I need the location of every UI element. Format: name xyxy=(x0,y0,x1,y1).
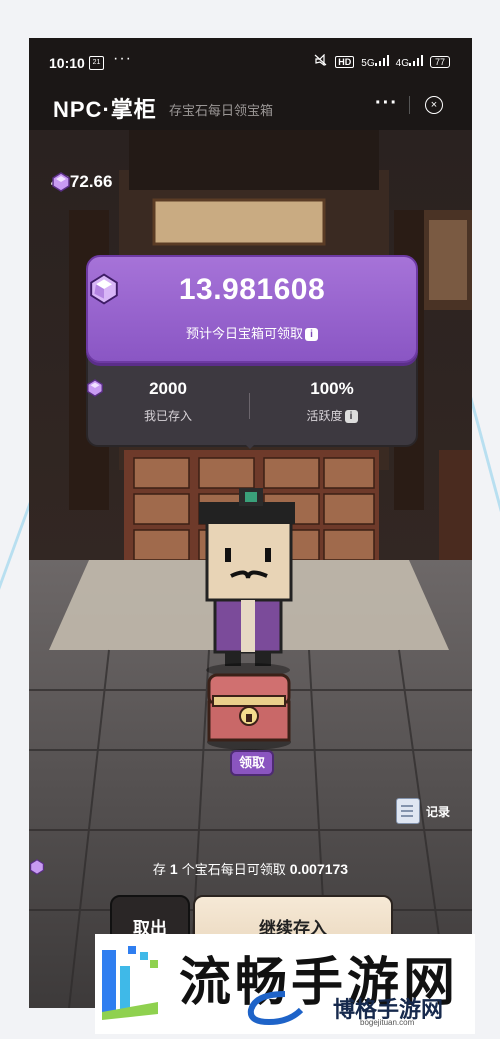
signal-5g-icon: 5G xyxy=(361,54,389,69)
status-more-dots: ··· xyxy=(113,50,132,67)
gem-icon xyxy=(30,859,44,875)
activity-stat: 100% 活跃度 i xyxy=(250,379,414,424)
gem-icon xyxy=(52,172,70,192)
battery-icon: 77 xyxy=(429,55,450,68)
app-header: NPC·掌柜 存宝石每日领宝箱 ··· × xyxy=(29,86,472,130)
more-menu-button[interactable]: ··· xyxy=(375,92,398,115)
info-icon[interactable]: i xyxy=(344,410,358,424)
deposited-stat: 2000 我已存入 xyxy=(86,379,250,424)
mute-icon xyxy=(314,53,328,69)
watermark-banner: 流畅手游网 博格手游网 bogejituan.com xyxy=(95,934,475,1034)
watermark-swoosh-icon xyxy=(247,991,304,1026)
estimated-amount-value: 13.981608 xyxy=(178,273,326,306)
claim-button[interactable]: 领取 xyxy=(230,750,274,776)
treasure-chest-icon[interactable] xyxy=(207,673,291,750)
deposit-summary-card: 13.981608 预计今日宝箱可领取 i 2000 我已存入 100% 活跃度… xyxy=(86,255,418,449)
activity-value: 100% xyxy=(310,379,354,398)
status-time: 10:10 xyxy=(49,55,85,71)
deposited-value: 2000 xyxy=(149,379,187,398)
card-stats: 2000 我已存入 100% 活跃度 i xyxy=(86,379,414,439)
daily-rate-value: 0.007173 xyxy=(289,860,349,877)
watermark-logo-icon xyxy=(102,946,158,1020)
daily-rate-info: 存 1 个宝石每日可领取 0.007173 xyxy=(29,859,472,878)
watermark-url: bogejituan.com xyxy=(360,1018,415,1027)
status-right-icons: HD 5G 4G 77 xyxy=(314,53,450,69)
estimated-chest-amount: 13.981608 xyxy=(88,273,416,307)
document-icon xyxy=(396,798,420,824)
gem-icon xyxy=(90,273,118,305)
app-title: NPC·掌柜 xyxy=(53,97,157,122)
deposited-label: 我已存入 xyxy=(143,409,192,423)
card-highlight-panel: 13.981608 预计今日宝箱可领取 i xyxy=(86,255,418,363)
game-scene: 4372.66 13.981608 预计今日宝箱可领取 i 2000 我已存入 … xyxy=(29,130,472,1008)
notification-badge: 21 xyxy=(89,56,104,70)
gem-icon xyxy=(87,379,103,397)
info-icon[interactable]: i xyxy=(305,328,318,342)
gem-balance: 4372.66 xyxy=(51,172,112,192)
close-button[interactable]: × xyxy=(425,96,443,114)
estimated-amount-label: 预计今日宝箱可领取 i xyxy=(88,323,416,342)
phone-screen: 10:10 21 ··· HD 5G 4G 77 NPC·掌柜 存宝石每日领宝箱… xyxy=(29,38,472,1008)
activity-label: 活跃度 i xyxy=(250,407,414,424)
record-label: 记录 xyxy=(426,804,451,819)
card-pointer xyxy=(240,439,260,449)
signal-4g-icon: 4G xyxy=(396,54,423,69)
record-button[interactable]: 记录 xyxy=(396,798,450,824)
header-divider xyxy=(409,96,410,114)
app-subtitle: 存宝石每日领宝箱 xyxy=(169,103,274,118)
hd-icon: HD xyxy=(335,55,355,68)
status-bar: 10:10 21 ··· HD 5G 4G 77 xyxy=(29,38,472,86)
